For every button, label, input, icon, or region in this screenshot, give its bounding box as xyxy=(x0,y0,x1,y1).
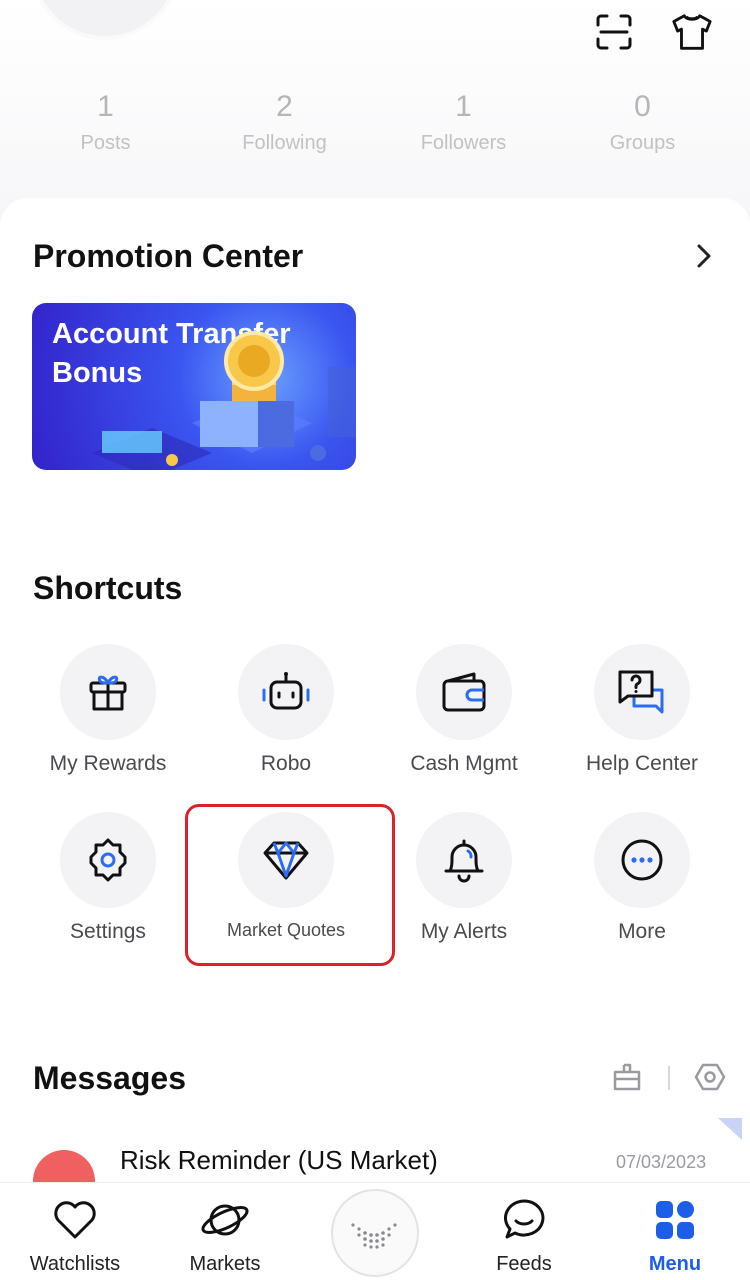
shortcut-help-center[interactable]: Help Center xyxy=(553,644,731,776)
shortcut-label: Help Center xyxy=(585,752,699,775)
more-dots-icon xyxy=(594,812,690,908)
shortcut-label: More xyxy=(618,920,666,943)
dotted-smile-icon xyxy=(351,1223,397,1249)
stat-label: Followers xyxy=(420,132,507,154)
message-date: 07/03/2023 xyxy=(616,1152,707,1172)
tab-markets[interactable]: Markets xyxy=(150,1195,300,1276)
stat-value: 0 xyxy=(634,90,651,123)
shortcut-cash-mgmt[interactable]: Cash Mgmt xyxy=(375,644,553,776)
heart-icon xyxy=(0,1195,150,1245)
message-title[interactable]: Risk Reminder (US Market) xyxy=(120,1145,438,1176)
stat-followers[interactable]: 1 Followers xyxy=(374,88,553,160)
profile-header: 1 Posts 2 Following 1 Followers 0 Groups xyxy=(0,0,750,230)
shortcut-label: Robo xyxy=(260,752,312,775)
coin-illustration-icon xyxy=(92,331,356,470)
gift-icon xyxy=(60,644,156,740)
tab-label: Feeds xyxy=(496,1253,552,1275)
robot-icon xyxy=(238,644,334,740)
messages-title: Messages xyxy=(33,1060,186,1096)
help-chat-icon xyxy=(594,644,690,740)
gear-icon xyxy=(60,812,156,908)
bottom-tab-bar: Watchlists Markets Feeds Menu xyxy=(0,1182,750,1280)
chat-bubble-icon xyxy=(449,1195,599,1245)
promotion-center-title[interactable]: Promotion Center xyxy=(33,238,303,275)
grid-icon xyxy=(600,1195,750,1245)
planet-icon xyxy=(150,1195,300,1245)
tab-label: Menu xyxy=(648,1253,702,1275)
stat-value: 2 xyxy=(276,90,293,123)
corner-marker xyxy=(718,1118,742,1140)
stat-label: Following xyxy=(242,132,327,154)
shirt-icon[interactable] xyxy=(670,10,714,54)
shortcut-robo[interactable]: Robo xyxy=(197,644,375,776)
profile-stats: 1 Posts 2 Following 1 Followers 0 Groups xyxy=(0,88,750,160)
shortcut-more[interactable]: More xyxy=(553,812,731,944)
shortcut-label: Cash Mgmt xyxy=(410,752,518,775)
highlight-box xyxy=(185,804,395,966)
shortcut-my-rewards[interactable]: My Rewards xyxy=(19,644,197,776)
tab-menu[interactable]: Menu xyxy=(600,1195,750,1276)
stat-label: Groups xyxy=(609,132,676,154)
shortcut-my-alerts[interactable]: My Alerts xyxy=(375,812,553,944)
shortcut-label: My Alerts xyxy=(420,920,508,943)
shortcut-label: Settings xyxy=(70,920,146,943)
shortcut-settings[interactable]: Settings xyxy=(19,812,197,944)
center-action-button[interactable] xyxy=(331,1189,419,1277)
tab-label: Watchlists xyxy=(29,1253,121,1275)
promo-banner[interactable]: Account Transfer Bonus xyxy=(32,303,356,470)
broom-icon[interactable] xyxy=(612,1062,642,1097)
stat-groups[interactable]: 0 Groups xyxy=(553,88,732,160)
shortcut-label: My Rewards xyxy=(49,752,167,775)
stat-value: 1 xyxy=(455,90,472,123)
stat-value: 1 xyxy=(97,90,114,123)
bell-icon xyxy=(416,812,512,908)
stat-label: Posts xyxy=(80,132,131,154)
tab-label: Markets xyxy=(189,1253,261,1275)
stat-following[interactable]: 2 Following xyxy=(195,88,374,160)
stat-posts[interactable]: 1 Posts xyxy=(16,88,195,160)
avatar[interactable] xyxy=(30,0,180,40)
tab-watchlists[interactable]: Watchlists xyxy=(0,1195,150,1276)
tab-feeds[interactable]: Feeds xyxy=(449,1195,599,1276)
settings-hex-icon[interactable] xyxy=(694,1062,726,1097)
divider xyxy=(668,1066,670,1090)
wallet-icon xyxy=(416,644,512,740)
shortcuts-title: Shortcuts xyxy=(33,570,183,606)
chevron-right-icon[interactable] xyxy=(690,242,718,275)
scan-icon[interactable] xyxy=(592,10,636,54)
